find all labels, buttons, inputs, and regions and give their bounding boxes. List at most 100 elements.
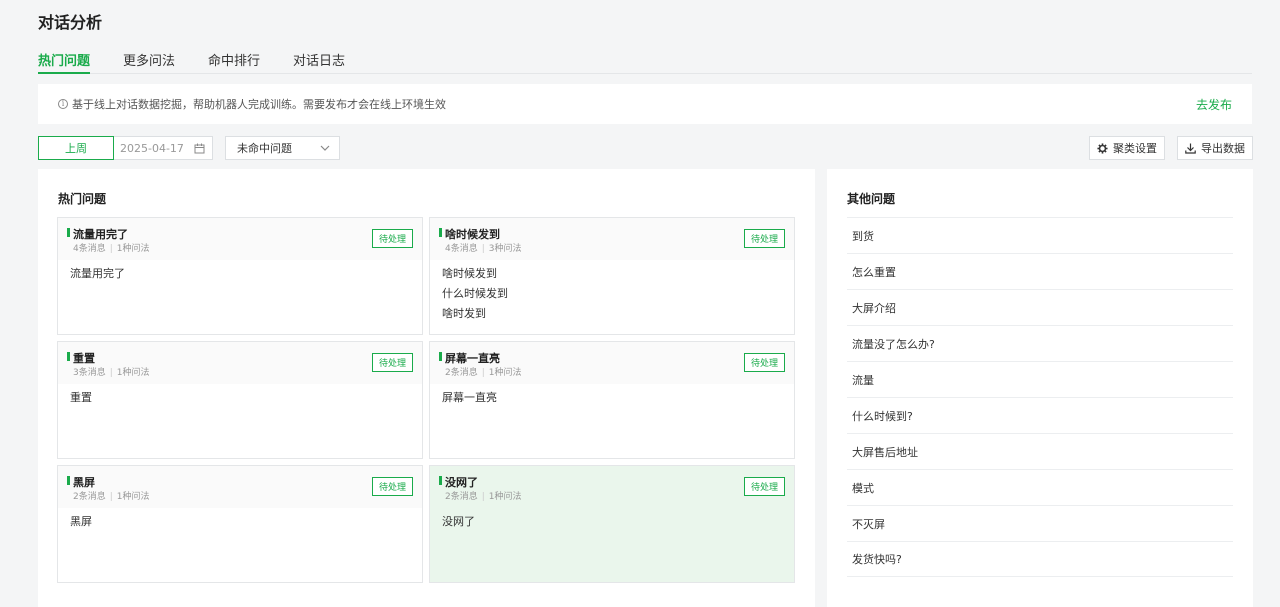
list-item[interactable]: 怎么重置 — [847, 253, 1233, 289]
message-count: 2条消息 — [73, 492, 106, 502]
card-body: 没网了 — [430, 508, 794, 542]
list-item[interactable]: 什么时候到? — [847, 397, 1233, 433]
select-value: 未命中问题 — [237, 142, 292, 155]
chevron-down-icon — [320, 145, 330, 151]
list-item[interactable]: 模式 — [847, 469, 1233, 505]
card-marker — [439, 352, 442, 361]
message-count: 2条消息 — [445, 492, 478, 502]
phrasing-line: 黑屏 — [70, 515, 92, 528]
tab-hit-ranking[interactable]: 命中排行 — [208, 50, 260, 74]
card-title: 重置 — [73, 352, 95, 365]
card-title: 黑屏 — [73, 476, 95, 489]
hot-questions-title: 热门问题 — [58, 192, 107, 206]
card-marker — [439, 228, 442, 237]
list-item[interactable]: 到货 — [847, 217, 1233, 253]
tab-dialog-log[interactable]: 对话日志 — [293, 50, 345, 74]
phrasing-line: 没网了 — [442, 515, 475, 528]
question-card[interactable]: 屏幕一直亮 2条消息 | 1种问法 待处理 屏幕一直亮 — [429, 341, 795, 459]
page-title: 对话分析 — [38, 13, 103, 32]
download-icon — [1185, 143, 1196, 154]
question-card[interactable]: 流量用完了 4条消息 | 1种问法 待处理 流量用完了 — [57, 217, 423, 335]
list-item[interactable]: 流量 — [847, 361, 1233, 397]
tab-bar: 热门问题 更多问法 命中排行 对话日志 — [38, 50, 1252, 74]
card-meta: 4条消息 | 1种问法 — [73, 241, 150, 254]
card-meta: 2条消息 | 1种问法 — [73, 489, 150, 502]
notice-bar: i 基于线上对话数据挖掘，帮助机器人完成训练。需要发布才会在线上环境生效 去发布 — [38, 84, 1252, 124]
pending-status-button[interactable]: 待处理 — [744, 353, 785, 372]
notice-text: 基于线上对话数据挖掘，帮助机器人完成训练。需要发布才会在线上环境生效 — [72, 98, 446, 111]
export-data-button[interactable]: 导出数据 — [1177, 136, 1253, 160]
card-body: 屏幕一直亮 — [430, 384, 794, 418]
phrasing-line: 流量用完了 — [70, 267, 125, 280]
cluster-settings-button[interactable]: 聚类设置 — [1089, 136, 1165, 160]
pending-status-button[interactable]: 待处理 — [372, 353, 413, 372]
calendar-icon — [194, 143, 205, 154]
card-header: 啥时候发到 4条消息 | 3种问法 待处理 — [430, 218, 794, 260]
phrasing-count: 1种问法 — [116, 492, 150, 502]
cluster-settings-label: 聚类设置 — [1113, 142, 1157, 155]
phrasing-line: 啥时发到 — [442, 307, 486, 320]
message-count: 2条消息 — [445, 368, 478, 378]
phrasing-count: 1种问法 — [116, 244, 150, 254]
card-title: 没网了 — [445, 476, 478, 489]
phrasing-count: 1种问法 — [488, 368, 522, 378]
card-body: 流量用完了 — [58, 260, 422, 294]
pending-status-button[interactable]: 待处理 — [372, 477, 413, 496]
message-count: 3条消息 — [73, 368, 106, 378]
publish-link[interactable]: 去发布 — [1196, 96, 1232, 113]
card-marker — [439, 476, 442, 485]
meta-separator: | — [109, 244, 113, 254]
card-header: 流量用完了 4条消息 | 1种问法 待处理 — [58, 218, 422, 260]
phrasing-line: 屏幕一直亮 — [442, 391, 497, 404]
card-marker — [67, 228, 70, 237]
other-questions-panel: 其他问题 到货 怎么重置 大屏介绍 流量没了怎么办? 流量 什么时候到? 大屏售… — [827, 169, 1253, 607]
list-item[interactable]: 大屏介绍 — [847, 289, 1233, 325]
card-header: 屏幕一直亮 2条消息 | 1种问法 待处理 — [430, 342, 794, 384]
info-icon: i — [58, 99, 68, 109]
card-title: 啥时候发到 — [445, 228, 500, 241]
other-questions-list: 到货 怎么重置 大屏介绍 流量没了怎么办? 流量 什么时候到? 大屏售后地址 模… — [847, 217, 1233, 577]
pending-status-button[interactable]: 待处理 — [744, 229, 785, 248]
list-item[interactable]: 发货快吗? — [847, 541, 1233, 577]
phrasing-line: 啥时候发到 — [442, 267, 497, 280]
meta-separator: | — [109, 492, 113, 502]
list-item[interactable]: 流量没了怎么办? — [847, 325, 1233, 361]
card-body: 黑屏 — [58, 508, 422, 542]
meta-separator: | — [481, 492, 485, 502]
list-item[interactable]: 大屏售后地址 — [847, 433, 1233, 469]
list-item[interactable]: 不灭屏 — [847, 505, 1233, 541]
card-meta: 2条消息 | 1种问法 — [445, 365, 522, 378]
card-marker — [67, 352, 70, 361]
pending-status-button[interactable]: 待处理 — [372, 229, 413, 248]
question-card[interactable]: 黑屏 2条消息 | 1种问法 待处理 黑屏 — [57, 465, 423, 583]
meta-separator: | — [109, 368, 113, 378]
card-header: 黑屏 2条消息 | 1种问法 待处理 — [58, 466, 422, 508]
card-meta: 4条消息 | 3种问法 — [445, 241, 522, 254]
export-data-label: 导出数据 — [1201, 142, 1245, 155]
question-filter-select[interactable]: 未命中问题 — [225, 136, 340, 160]
card-meta: 3条消息 | 1种问法 — [73, 365, 150, 378]
gear-icon — [1097, 142, 1108, 154]
pending-status-button[interactable]: 待处理 — [744, 477, 785, 496]
question-card[interactable]: 重置 3条消息 | 1种问法 待处理 重置 — [57, 341, 423, 459]
phrasing-count: 3种问法 — [488, 244, 522, 254]
card-body: 啥时候发到 什么时候发到 啥时发到 — [430, 260, 794, 334]
phrasing-count: 1种问法 — [116, 368, 150, 378]
meta-separator: | — [481, 368, 485, 378]
tab-more-phrasings[interactable]: 更多问法 — [123, 50, 175, 74]
question-card[interactable]: 啥时候发到 4条消息 | 3种问法 待处理 啥时候发到 什么时候发到 啥时发到 — [429, 217, 795, 335]
card-body: 重置 — [58, 384, 422, 418]
card-title: 流量用完了 — [73, 228, 128, 241]
card-header: 重置 3条消息 | 1种问法 待处理 — [58, 342, 422, 384]
card-header: 没网了 2条消息 | 1种问法 待处理 — [430, 466, 794, 508]
question-card-selected[interactable]: 没网了 2条消息 | 1种问法 待处理 没网了 — [429, 465, 795, 583]
card-marker — [67, 476, 70, 485]
card-title: 屏幕一直亮 — [445, 352, 500, 365]
hot-questions-panel: 热门问题 流量用完了 4条消息 | 1种问法 待处理 流量用完了 啥时候发到 4条消… — [38, 169, 815, 607]
card-meta: 2条消息 | 1种问法 — [445, 489, 522, 502]
phrasing-line: 重置 — [70, 391, 92, 404]
tab-hot-questions[interactable]: 热门问题 — [38, 50, 91, 74]
date-picker[interactable]: 2025-04-17 — [114, 136, 213, 160]
last-week-button[interactable]: 上周 — [38, 136, 114, 160]
phrasing-count: 1种问法 — [488, 492, 522, 502]
